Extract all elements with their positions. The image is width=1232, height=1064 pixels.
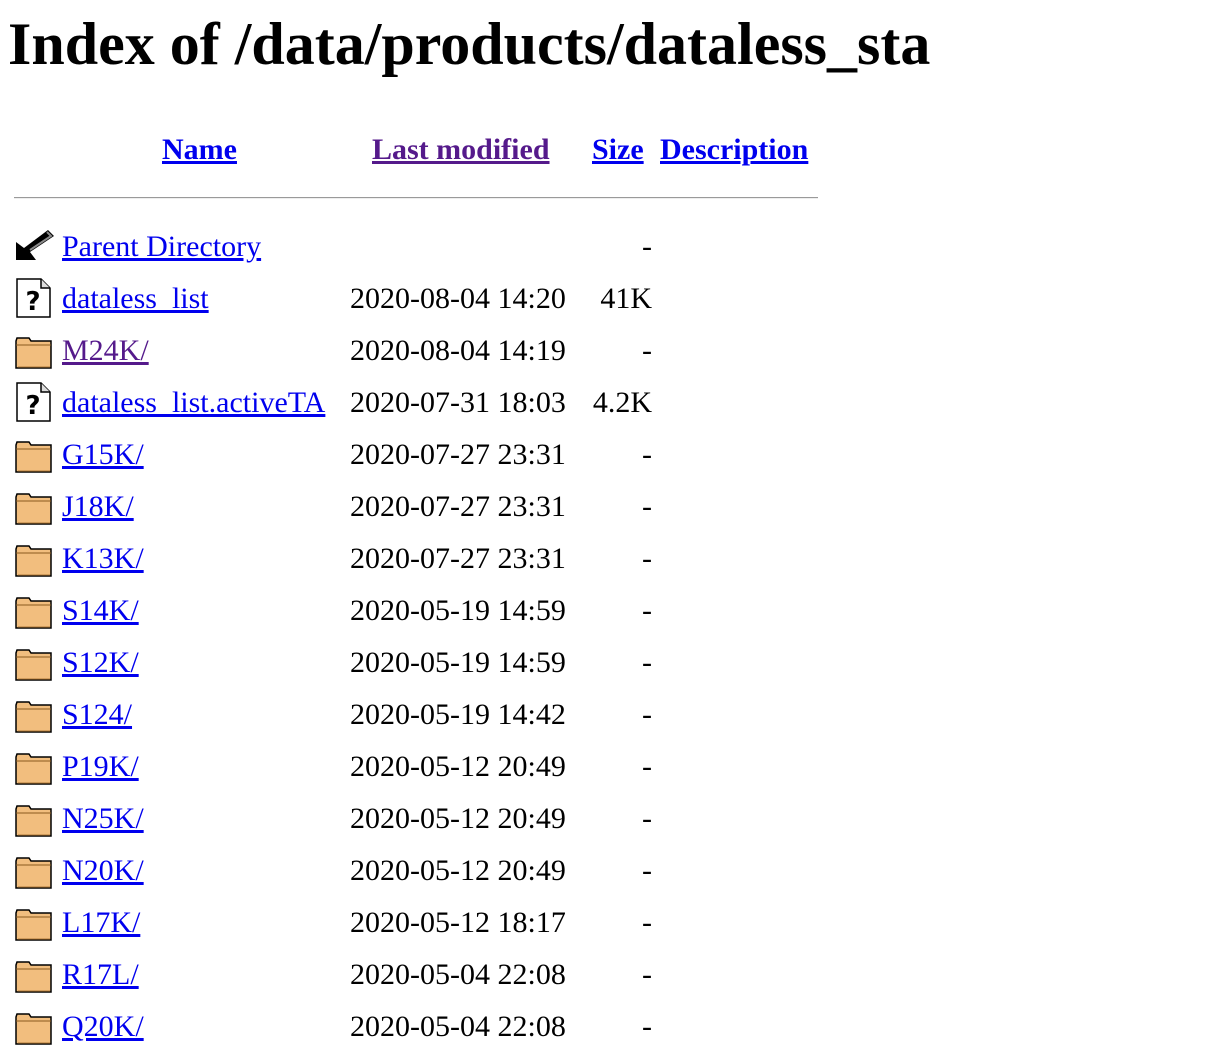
unknown-file-icon: ?: [14, 382, 54, 422]
last-modified-cell: 2020-05-19 14:59: [350, 594, 566, 627]
entry-link[interactable]: L17K/: [62, 904, 140, 942]
size-cell: -: [642, 490, 652, 523]
sort-by-last-modified-link[interactable]: Last modified: [372, 131, 550, 169]
table-row: L17K/2020-05-12 18:17 -: [0, 896, 1232, 948]
folder-icon: [14, 590, 54, 630]
size-cell: -: [642, 438, 652, 471]
sort-by-size-link[interactable]: Size: [592, 131, 644, 169]
last-modified-cell: 2020-07-31 18:03: [350, 386, 566, 419]
size-cell: 4.2K: [592, 386, 652, 419]
last-modified-cell: 2020-05-12 20:49: [350, 854, 566, 887]
last-modified-cell: 2020-05-04 22:08: [350, 958, 566, 991]
size-cell: -: [642, 594, 652, 627]
page-title: Index of /data/products/dataless_sta: [8, 11, 931, 77]
folder-icon: [14, 902, 54, 942]
table-row: N20K/2020-05-12 20:49 -: [0, 844, 1232, 896]
last-modified-cell: 2020-05-12 20:49: [350, 750, 566, 783]
folder-icon: [14, 538, 54, 578]
entry-link[interactable]: N20K/: [62, 852, 144, 890]
folder-icon: [14, 798, 54, 838]
header-divider: [14, 197, 818, 199]
entry-link[interactable]: G15K/: [62, 436, 144, 474]
unknown-file-icon: ?: [14, 278, 54, 318]
table-row: Parent Directory -: [0, 220, 1232, 272]
table-row: J18K/2020-07-27 23:31 -: [0, 480, 1232, 532]
folder-icon: [14, 434, 54, 474]
size-cell: 41K: [600, 282, 652, 315]
size-cell: -: [642, 854, 652, 887]
size-cell: -: [642, 1010, 652, 1043]
last-modified-cell: 2020-08-04 14:19: [350, 334, 566, 367]
table-row: G15K/2020-07-27 23:31 -: [0, 428, 1232, 480]
folder-icon: [14, 694, 54, 734]
last-modified-cell: 2020-05-19 14:59: [350, 646, 566, 679]
table-row: R17L/2020-05-04 22:08 -: [0, 948, 1232, 1000]
table-row: N25K/2020-05-12 20:49 -: [0, 792, 1232, 844]
entry-link[interactable]: R17L/: [62, 956, 139, 994]
folder-icon: [14, 642, 54, 682]
sort-by-description-link[interactable]: Description: [660, 131, 808, 169]
last-modified-cell: 2020-05-04 22:08: [350, 1010, 566, 1043]
entry-link[interactable]: dataless_list.activeTA: [62, 384, 325, 422]
entry-link[interactable]: dataless_list: [62, 280, 209, 318]
folder-icon: [14, 330, 54, 370]
last-modified-cell: 2020-07-27 23:31: [350, 542, 566, 575]
parent-directory-link[interactable]: Parent Directory: [62, 228, 261, 266]
entry-link[interactable]: Q20K/: [62, 1008, 144, 1046]
last-modified-cell: 2020-05-12 18:17: [350, 906, 566, 939]
sort-by-name-link[interactable]: Name: [162, 131, 237, 169]
folder-icon: [14, 954, 54, 994]
size-cell: -: [642, 958, 652, 991]
size-cell: -: [642, 542, 652, 575]
entry-link[interactable]: S124/: [62, 696, 132, 734]
table-row: K13K/2020-07-27 23:31 -: [0, 532, 1232, 584]
table-row: S14K/2020-05-19 14:59 -: [0, 584, 1232, 636]
last-modified-cell: 2020-07-27 23:31: [350, 438, 566, 471]
table-row: ? dataless_list 2020-08-04 14:20 41K: [0, 272, 1232, 324]
entry-link[interactable]: N25K/: [62, 800, 144, 838]
svg-text:?: ?: [25, 391, 40, 421]
svg-text:?: ?: [25, 287, 40, 317]
table-row: S12K/2020-05-19 14:59 -: [0, 636, 1232, 688]
folder-icon: [14, 486, 54, 526]
size-cell: -: [642, 802, 652, 835]
entry-link[interactable]: S12K/: [62, 644, 139, 682]
table-row: M24K/2020-08-04 14:19 -: [0, 324, 1232, 376]
table-row: P19K/2020-05-12 20:49 -: [0, 740, 1232, 792]
entry-link[interactable]: P19K/: [62, 748, 139, 786]
last-modified-cell: 2020-05-12 20:49: [350, 802, 566, 835]
table-row: S124/2020-05-19 14:42 -: [0, 688, 1232, 740]
last-modified-cell: 2020-05-19 14:42: [350, 698, 566, 731]
size-cell: -: [642, 750, 652, 783]
folder-icon: [14, 746, 54, 786]
entry-link[interactable]: M24K/: [62, 332, 149, 370]
back-arrow-icon: [14, 226, 54, 266]
entry-link[interactable]: S14K/: [62, 592, 139, 630]
last-modified-cell: 2020-07-27 23:31: [350, 490, 566, 523]
last-modified-cell: 2020-08-04 14:20: [350, 282, 566, 315]
size-cell: -: [642, 906, 652, 939]
table-row: Q20K/2020-05-04 22:08 -: [0, 1000, 1232, 1052]
size-cell: -: [642, 698, 652, 731]
folder-icon: [14, 1006, 54, 1046]
size-cell: -: [642, 230, 652, 263]
entry-link[interactable]: J18K/: [62, 488, 134, 526]
size-cell: -: [642, 646, 652, 679]
table-row: ? dataless_list.activeTA 2020-07-31 18:03 4…: [0, 376, 1232, 428]
size-cell: -: [642, 334, 652, 367]
entry-link[interactable]: K13K/: [62, 540, 144, 578]
folder-icon: [14, 850, 54, 890]
